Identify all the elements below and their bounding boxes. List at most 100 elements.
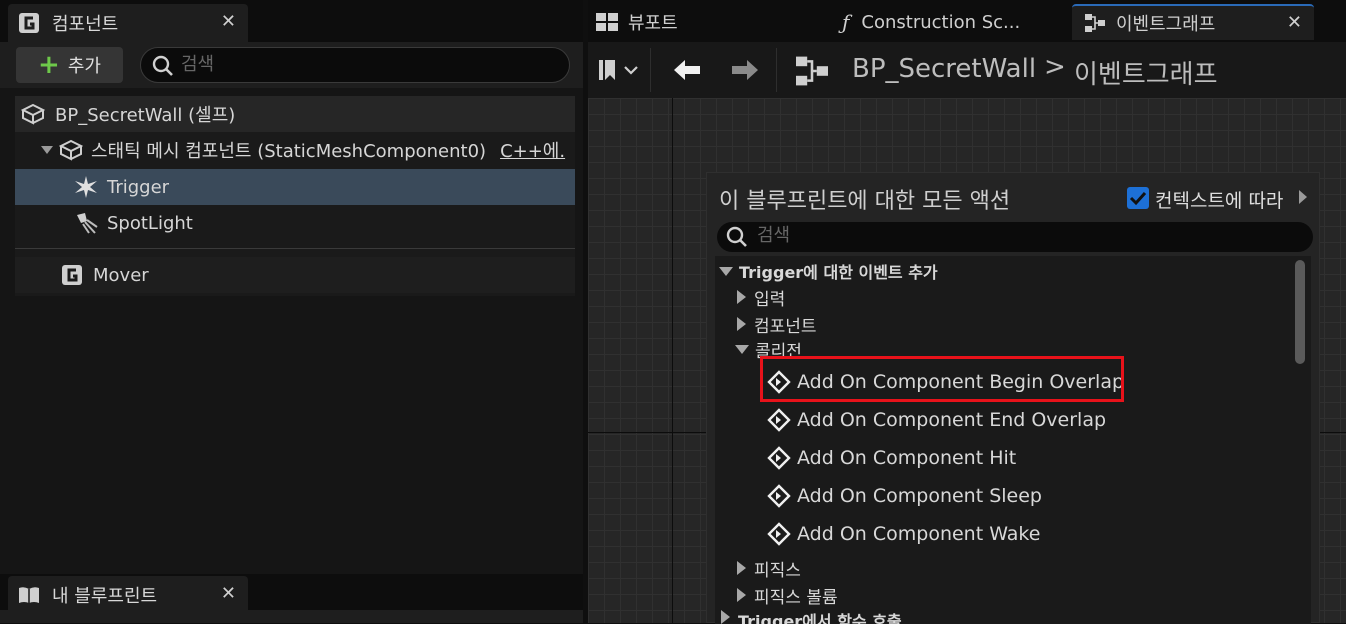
close-icon[interactable]: ✕ — [221, 11, 236, 32]
components-search-box[interactable] — [140, 47, 570, 83]
action-list: Trigger에 대한 이벤트 추가 입력 컴포넌트 콜리전 Add On Co… — [715, 256, 1311, 624]
event-diamond-icon — [767, 522, 797, 546]
tree-item-label: SpotLight — [107, 212, 193, 234]
action-label: Add On Component Hit — [797, 447, 1017, 469]
plus-icon: + — [38, 50, 60, 80]
cpp-link[interactable]: C++에. — [500, 137, 565, 163]
category-label: 컴포넌트 — [754, 316, 817, 337]
tab-label: 뷰포트 — [628, 13, 678, 34]
chevron-down-icon — [735, 344, 749, 354]
bookmark-icon — [598, 58, 618, 82]
action-menu-title: 이 블루프린트에 대한 모든 액션 — [719, 189, 1011, 214]
components-toolbar: + 추가 — [0, 42, 583, 88]
category-trigger-events[interactable]: Trigger에 대한 이벤트 추가 — [719, 258, 938, 284]
component-class-icon — [61, 264, 83, 286]
action-search-input[interactable] — [757, 225, 1117, 246]
tree-item-spotlight[interactable]: SpotLight — [15, 205, 575, 241]
tree-item-label: BP_SecretWall (셀프) — [55, 105, 236, 126]
category-component[interactable]: 컴포넌트 — [737, 311, 817, 337]
tree-item-mover[interactable]: Mover — [15, 257, 575, 293]
action-label: Add On Component Sleep — [797, 485, 1042, 507]
chevron-right-icon[interactable] — [1299, 190, 1307, 204]
graph-nodes-icon — [1084, 13, 1106, 33]
function-icon: ƒ — [842, 10, 850, 34]
my-blueprint-panel — [0, 610, 583, 623]
action-list-scrollbar[interactable] — [1295, 260, 1305, 364]
trigger-icon — [73, 175, 99, 199]
category-label: Trigger에서 함수 호출 — [738, 612, 902, 624]
category-label: 입력 — [754, 289, 786, 310]
event-diamond-icon — [767, 446, 797, 470]
tab-label: Construction Sc... — [861, 11, 1021, 33]
tab-my-blueprint[interactable]: 내 블루프린트 ✕ — [8, 576, 248, 614]
back-arrow-icon[interactable] — [672, 58, 702, 82]
tree-item-static-mesh[interactable]: 스태틱 메시 컴포넌트 (StaticMeshComponent0) C++에. — [15, 132, 575, 168]
search-icon — [725, 225, 749, 249]
spotlight-icon — [73, 211, 99, 235]
action-wake[interactable]: Add On Component Wake — [767, 517, 1040, 551]
chevron-right-icon — [737, 588, 746, 602]
close-icon[interactable]: ✕ — [221, 583, 236, 604]
category-physics-volume[interactable]: 피직스 볼륨 — [737, 582, 838, 608]
chevron-right-icon — [737, 317, 746, 331]
left-column: 컴포넌트 ✕ + 추가 BP_SecretWall (셀프) 스태 — [0, 0, 583, 623]
forward-arrow-icon[interactable] — [730, 58, 760, 82]
components-search-input[interactable] — [181, 54, 541, 75]
event-diamond-icon — [767, 408, 797, 432]
highlight-box — [760, 356, 1124, 402]
components-tab-title: 컴포넌트 — [52, 14, 119, 35]
action-end-overlap[interactable]: Add On Component End Overlap — [767, 403, 1106, 437]
tree-item-self[interactable]: BP_SecretWall (셀프) — [15, 96, 575, 132]
add-component-button[interactable]: + 추가 — [16, 47, 123, 83]
tree-divider — [15, 248, 575, 249]
tab-viewport[interactable]: 뷰포트 — [596, 4, 678, 40]
chevron-down-icon — [624, 65, 638, 75]
breadcrumb-graph[interactable]: 이벤트그래프 — [1074, 54, 1218, 91]
tree-item-label: Mover — [93, 264, 149, 286]
viewport-grid-icon — [596, 13, 618, 31]
components-tree: BP_SecretWall (셀프) 스태틱 메시 컴포넌트 (StaticMe… — [15, 96, 575, 296]
action-sleep[interactable]: Add On Component Sleep — [767, 479, 1042, 513]
tree-item-trigger[interactable]: Trigger — [15, 169, 575, 205]
breadcrumb-blueprint[interactable]: BP_SecretWall — [852, 54, 1036, 84]
breadcrumb-separator: > — [1044, 52, 1066, 82]
tab-components[interactable]: 컴포넌트 ✕ — [8, 4, 248, 42]
close-icon[interactable]: ✕ — [1287, 12, 1302, 33]
chevron-right-icon — [737, 561, 746, 575]
components-tabbar: 컴포넌트 ✕ — [0, 0, 583, 42]
grid-line — [672, 98, 673, 623]
context-sensitive-checkbox[interactable] — [1127, 187, 1149, 209]
tree-item-label: Trigger — [107, 176, 170, 198]
static-mesh-icon — [59, 139, 83, 161]
graph-toolbar: BP_SecretWall > 이벤트그래프 — [588, 42, 1346, 98]
tab-construction-script[interactable]: ƒ Construction Sc... — [842, 4, 1020, 40]
toolbar-divider — [776, 48, 777, 92]
editor-tabbar: 뷰포트 ƒ Construction Sc... 이벤트그래프 ✕ — [588, 0, 1346, 42]
blueprint-cube-icon — [21, 103, 45, 125]
chevron-down-icon[interactable] — [41, 146, 53, 154]
book-icon — [18, 585, 40, 605]
toolbar-divider — [650, 48, 651, 92]
tab-event-graph[interactable]: 이벤트그래프 ✕ — [1072, 4, 1314, 40]
chevron-right-icon — [721, 610, 730, 624]
action-hit[interactable]: Add On Component Hit — [767, 441, 1016, 475]
action-label: Add On Component End Overlap — [797, 409, 1107, 431]
bookmark-dropdown[interactable] — [598, 58, 638, 82]
category-input[interactable]: 입력 — [737, 284, 785, 310]
graph-nodes-icon — [794, 55, 830, 87]
search-icon — [151, 54, 175, 78]
action-search-box[interactable] — [717, 222, 1313, 252]
chevron-down-icon — [719, 266, 733, 276]
tree-item-label: 스태틱 메시 컴포넌트 (StaticMeshComponent0) — [91, 141, 487, 162]
component-class-icon — [18, 12, 40, 34]
category-label: 피직스 — [754, 560, 801, 581]
context-sensitive-label[interactable]: 컨텍스트에 따라 — [1155, 186, 1283, 213]
tab-label: 이벤트그래프 — [1116, 14, 1216, 35]
category-trigger-functions[interactable]: Trigger에서 함수 호출 — [721, 608, 902, 624]
event-diamond-icon — [767, 484, 797, 508]
my-blueprint-tab-title: 내 블루프린트 — [52, 586, 158, 607]
add-component-label: 추가 — [67, 56, 101, 77]
category-physics[interactable]: 피직스 — [737, 555, 801, 581]
category-label: Trigger에 대한 이벤트 추가 — [739, 263, 938, 282]
action-label: Add On Component Wake — [797, 523, 1041, 545]
